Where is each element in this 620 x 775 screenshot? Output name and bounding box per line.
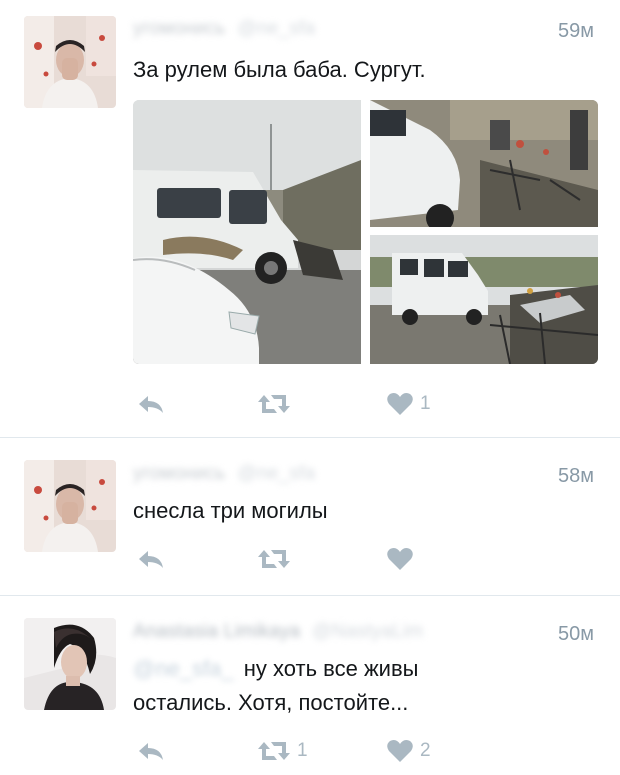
author-handle[interactable]: @ne_sfa: [238, 18, 316, 39]
tweet-photo[interactable]: [370, 235, 598, 364]
author-handle[interactable]: @NastyaLim: [312, 621, 423, 642]
tweet[interactable]: угомонись @ne_sfa 58м снесла три могилы: [0, 438, 620, 594]
reply-icon: [139, 551, 163, 568]
tweet-text-fragment: ну хоть все живы: [243, 656, 419, 681]
tweet-text: @ne_sfa_ ну хоть все живы остались. Хотя…: [133, 652, 418, 720]
reply-button[interactable]: [136, 737, 166, 765]
heart-icon: [387, 548, 413, 570]
author-handle[interactable]: @ne_sfa: [238, 463, 316, 484]
tweet-text: За рулем была баба. Сургут.: [133, 53, 426, 87]
tweet-actions: [133, 545, 573, 573]
timestamp[interactable]: 50м: [558, 623, 594, 646]
timestamp[interactable]: 59м: [558, 20, 594, 43]
author-name[interactable]: угомонись @ne_sfa: [133, 463, 315, 485]
retweet-button[interactable]: [257, 545, 297, 573]
tweet[interactable]: Anastasia Limikaya @NastyaLim 50м @ne_sfa…: [0, 596, 620, 775]
tweet-text-line: @ne_sfa_ ну хоть все живы: [133, 652, 418, 686]
tweet-photo[interactable]: [370, 100, 598, 227]
like-button[interactable]: 2: [386, 737, 431, 765]
mention-link[interactable]: @ne_sfa_: [133, 652, 234, 686]
tweet-photo[interactable]: [133, 100, 361, 364]
tweet-text-line: За рулем была баба. Сургут.: [133, 57, 426, 82]
retweet-icon: [258, 742, 290, 760]
tweet[interactable]: угомонись @ne_sfa 59м За рулем была баба.…: [0, 0, 620, 436]
tweet-media-grid[interactable]: [133, 100, 598, 364]
tweet-text: снесла три могилы: [133, 494, 328, 528]
retweet-button[interactable]: [257, 390, 297, 418]
reply-button[interactable]: [136, 545, 166, 573]
heart-icon: [387, 393, 413, 415]
author-name[interactable]: угомонись @ne_sfa: [133, 18, 315, 40]
like-count: 1: [420, 393, 431, 414]
reply-button[interactable]: [136, 390, 166, 418]
retweet-button[interactable]: 1: [257, 737, 308, 765]
tweet-text-line: снесла три могилы: [133, 498, 328, 523]
like-button[interactable]: 1: [386, 390, 431, 418]
retweet-count: 1: [297, 740, 308, 761]
like-count: 2: [420, 740, 431, 761]
author-name[interactable]: Anastasia Limikaya @NastyaLim: [133, 621, 423, 643]
reply-icon: [139, 743, 163, 760]
timestamp[interactable]: 58м: [558, 465, 594, 488]
retweet-icon: [258, 395, 290, 413]
display-name[interactable]: угомонись: [133, 463, 226, 484]
display-name[interactable]: Anastasia Limikaya: [133, 621, 300, 642]
display-name[interactable]: угомонись: [133, 18, 226, 39]
heart-icon: [387, 740, 413, 762]
reply-icon: [139, 396, 163, 413]
retweet-icon: [258, 550, 290, 568]
tweet-actions: 1 2: [133, 737, 573, 765]
avatar[interactable]: [24, 16, 116, 108]
like-button[interactable]: [386, 545, 420, 573]
avatar[interactable]: [24, 460, 116, 552]
tweet-actions: 1: [133, 390, 573, 418]
avatar[interactable]: [24, 618, 116, 710]
tweet-text-line: остались. Хотя, постойте...: [133, 690, 409, 715]
